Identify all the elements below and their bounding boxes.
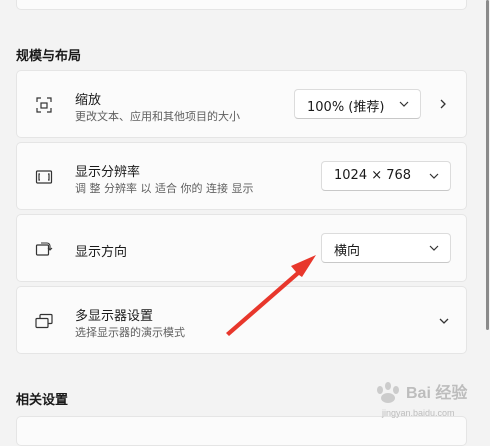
resolution-icon [35, 170, 53, 184]
orientation-row: 显示方向 横向 [16, 214, 467, 282]
resolution-dropdown[interactable]: 1024 × 768 [321, 161, 451, 191]
scale-row: 缩放 更改文本、应用和其他项目的大小 100% (推荐) [16, 70, 467, 138]
orientation-dropdown-value: 横向 [334, 244, 361, 259]
chevron-down-icon [399, 101, 409, 107]
chevron-down-icon [429, 173, 439, 179]
baidu-paw-logo: Bai 经验 jingyan.baidu.com [377, 382, 468, 418]
orientation-title: 显示方向 [75, 245, 128, 260]
watermark-text: Bai 经验 [406, 383, 468, 402]
chevron-down-icon [429, 245, 439, 251]
multi-display-row[interactable]: 多显示器设置 选择显示器的演示模式 [16, 286, 467, 354]
scale-title: 缩放 [75, 93, 102, 108]
display-orientation-icon [35, 242, 53, 256]
watermark-url: jingyan.baidu.com [381, 408, 455, 418]
previous-setting-card [16, 0, 467, 10]
scale-description: 更改文本、应用和其他项目的大小 [75, 110, 240, 123]
baidu-watermark: Bai 经验 jingyan.baidu.com [368, 376, 480, 420]
scrollbar[interactable] [486, 0, 489, 330]
multi-display-description: 选择显示器的演示模式 [75, 326, 185, 339]
section-title-layout: 规模与布局 [16, 49, 82, 64]
resolution-description: 调 整 分辨率 以 适合 你的 连接 显示 [75, 182, 254, 195]
multiple-displays-icon [35, 313, 53, 329]
section-title-related: 相关设置 [16, 393, 69, 408]
resolution-title: 显示分辨率 [75, 165, 141, 180]
chevron-down-icon[interactable] [438, 315, 450, 327]
multi-display-title: 多显示器设置 [75, 309, 154, 324]
resolution-dropdown-value: 1024 × 768 [334, 168, 412, 183]
next-setting-card [16, 416, 467, 446]
orientation-dropdown[interactable]: 横向 [321, 233, 451, 263]
scale-dropdown[interactable]: 100% (推荐) [294, 89, 421, 119]
chevron-right-icon[interactable] [437, 98, 449, 110]
resolution-row: 显示分辨率 调 整 分辨率 以 适合 你的 连接 显示 1024 × 768 [16, 142, 467, 210]
scale-icon [36, 97, 52, 113]
scale-dropdown-value: 100% (推荐) [307, 100, 385, 115]
